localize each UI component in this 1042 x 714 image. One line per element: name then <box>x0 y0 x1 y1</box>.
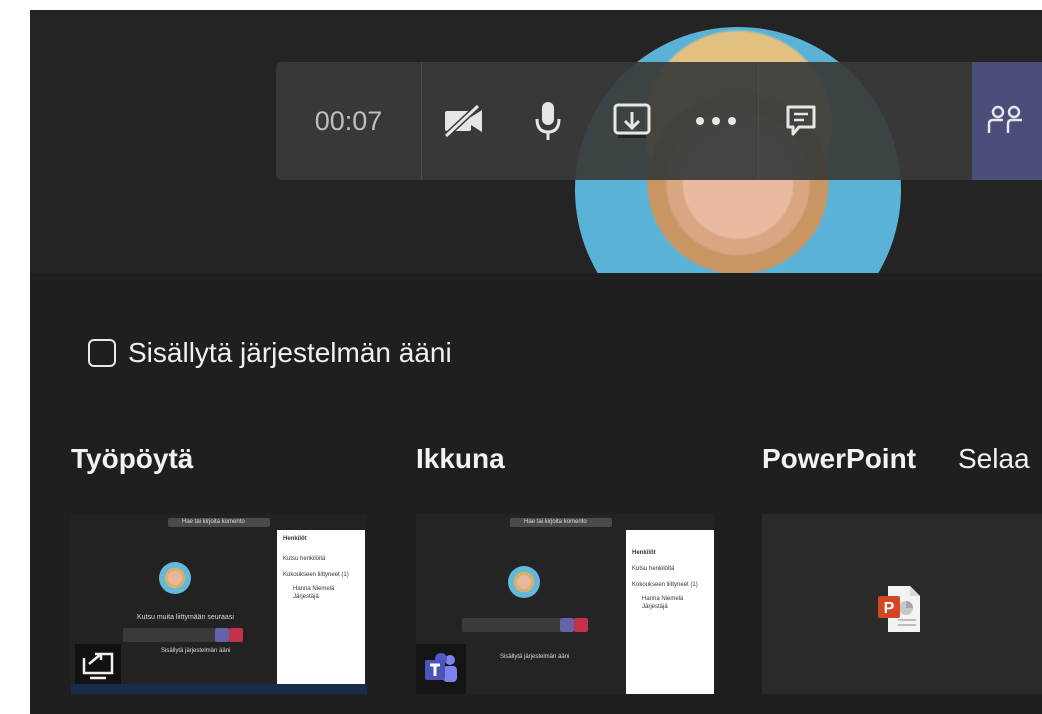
mini-person-2: Hanna Niemelä <box>642 596 684 602</box>
chat-button[interactable] <box>759 62 843 180</box>
mini-avatar-2 <box>508 566 540 598</box>
powerpoint-share-thumbnail[interactable]: P <box>762 514 1042 694</box>
more-actions-button[interactable] <box>674 62 758 180</box>
mini-search-text-2: Hae tai kirjoita komento <box>524 519 587 525</box>
share-tray-icon <box>613 103 651 138</box>
mini-role-2: Järjestäjä <box>642 604 668 610</box>
powerpoint-file-icon: P <box>878 586 920 632</box>
svg-text:P: P <box>884 600 895 617</box>
microphone-button[interactable] <box>506 62 590 180</box>
video-off-icon <box>443 104 482 138</box>
meeting-stage: 00:07 <box>30 10 1042 273</box>
camera-toggle-button[interactable] <box>422 62 506 180</box>
section-window: Ikkuna <box>416 443 505 474</box>
teams-icon <box>425 653 457 682</box>
mini-people-panel: Henkilöt Kutsu henkilöitä Kokoukseen lii… <box>277 530 365 684</box>
share-tray: Sisällytä järjestelmän ääni Työpöytä Ikk… <box>30 273 1042 714</box>
mini-meeting-label: Kokoukseen liittyneet (1) <box>283 572 349 578</box>
mini-taskbar <box>71 684 367 694</box>
section-browse: Selaa <box>958 443 1030 474</box>
mini-checkbox-text-2: Sisällytä järjestelmän ääni <box>500 654 570 660</box>
include-audio-label: Sisällytä järjestelmän ääni <box>128 337 452 368</box>
call-timer: 00:07 <box>276 62 422 180</box>
mini-search-bar-2: Hae tai kirjoita komento <box>510 518 612 527</box>
participants-button[interactable] <box>972 62 1042 180</box>
section-desktop: Työpöytä <box>71 443 194 474</box>
mini-hangup-2 <box>574 618 588 632</box>
mini-checkbox-text: Sisällytä järjestelmän ääni <box>161 648 231 654</box>
screen-share-icon <box>82 652 114 680</box>
share-content-button[interactable] <box>590 62 674 180</box>
mini-panel-title-2: Henkilöt <box>632 550 656 556</box>
mini-panel-title: Henkilöt <box>283 536 307 542</box>
mini-people-btn <box>215 628 229 642</box>
teams-window: 00:07 Sisällytä järjestelmän ääni Työpöy… <box>30 10 1042 714</box>
include-system-audio-option[interactable]: Sisällytä järjestelmän ääni <box>88 337 452 369</box>
mini-person: Hanna Niemelä <box>293 586 335 592</box>
microphone-icon <box>535 102 561 140</box>
include-audio-checkbox[interactable] <box>88 339 116 367</box>
mini-invite-text: Kutsu muita liittymään seuraasi <box>137 614 234 621</box>
section-powerpoint: PowerPoint <box>762 443 917 474</box>
mini-people-panel-2: Henkilöt Kutsu henkilöitä Kokoukseen lii… <box>626 530 714 694</box>
meeting-toolbar: 00:07 <box>276 62 1042 180</box>
teams-app-badge <box>416 644 466 694</box>
mini-hangup <box>229 628 243 642</box>
more-icon <box>696 117 736 125</box>
mini-search-bar: Hae tai kirjoita komento <box>168 518 270 527</box>
desktop-share-badge <box>75 644 121 688</box>
mini-avatar <box>159 562 191 594</box>
mini-role: Järjestäjä <box>293 594 319 600</box>
mini-toolbar-2 <box>462 618 574 632</box>
mini-meeting-label-2: Kokoukseen liittyneet (1) <box>632 582 698 588</box>
mini-people-btn-2 <box>560 618 574 632</box>
window-share-thumbnail[interactable]: Hae tai kirjoita komento Henkilöt Kutsu … <box>416 514 714 694</box>
mini-invite: Kutsu henkilöitä <box>283 556 326 562</box>
mini-invite-2: Kutsu henkilöitä <box>632 566 675 572</box>
chat-icon <box>786 105 816 136</box>
desktop-share-thumbnail[interactable]: Hae tai kirjoita komento Henkilöt Kutsu … <box>71 514 367 694</box>
people-icon <box>987 105 1022 133</box>
mini-search-text: Hae tai kirjoita komento <box>182 519 245 525</box>
